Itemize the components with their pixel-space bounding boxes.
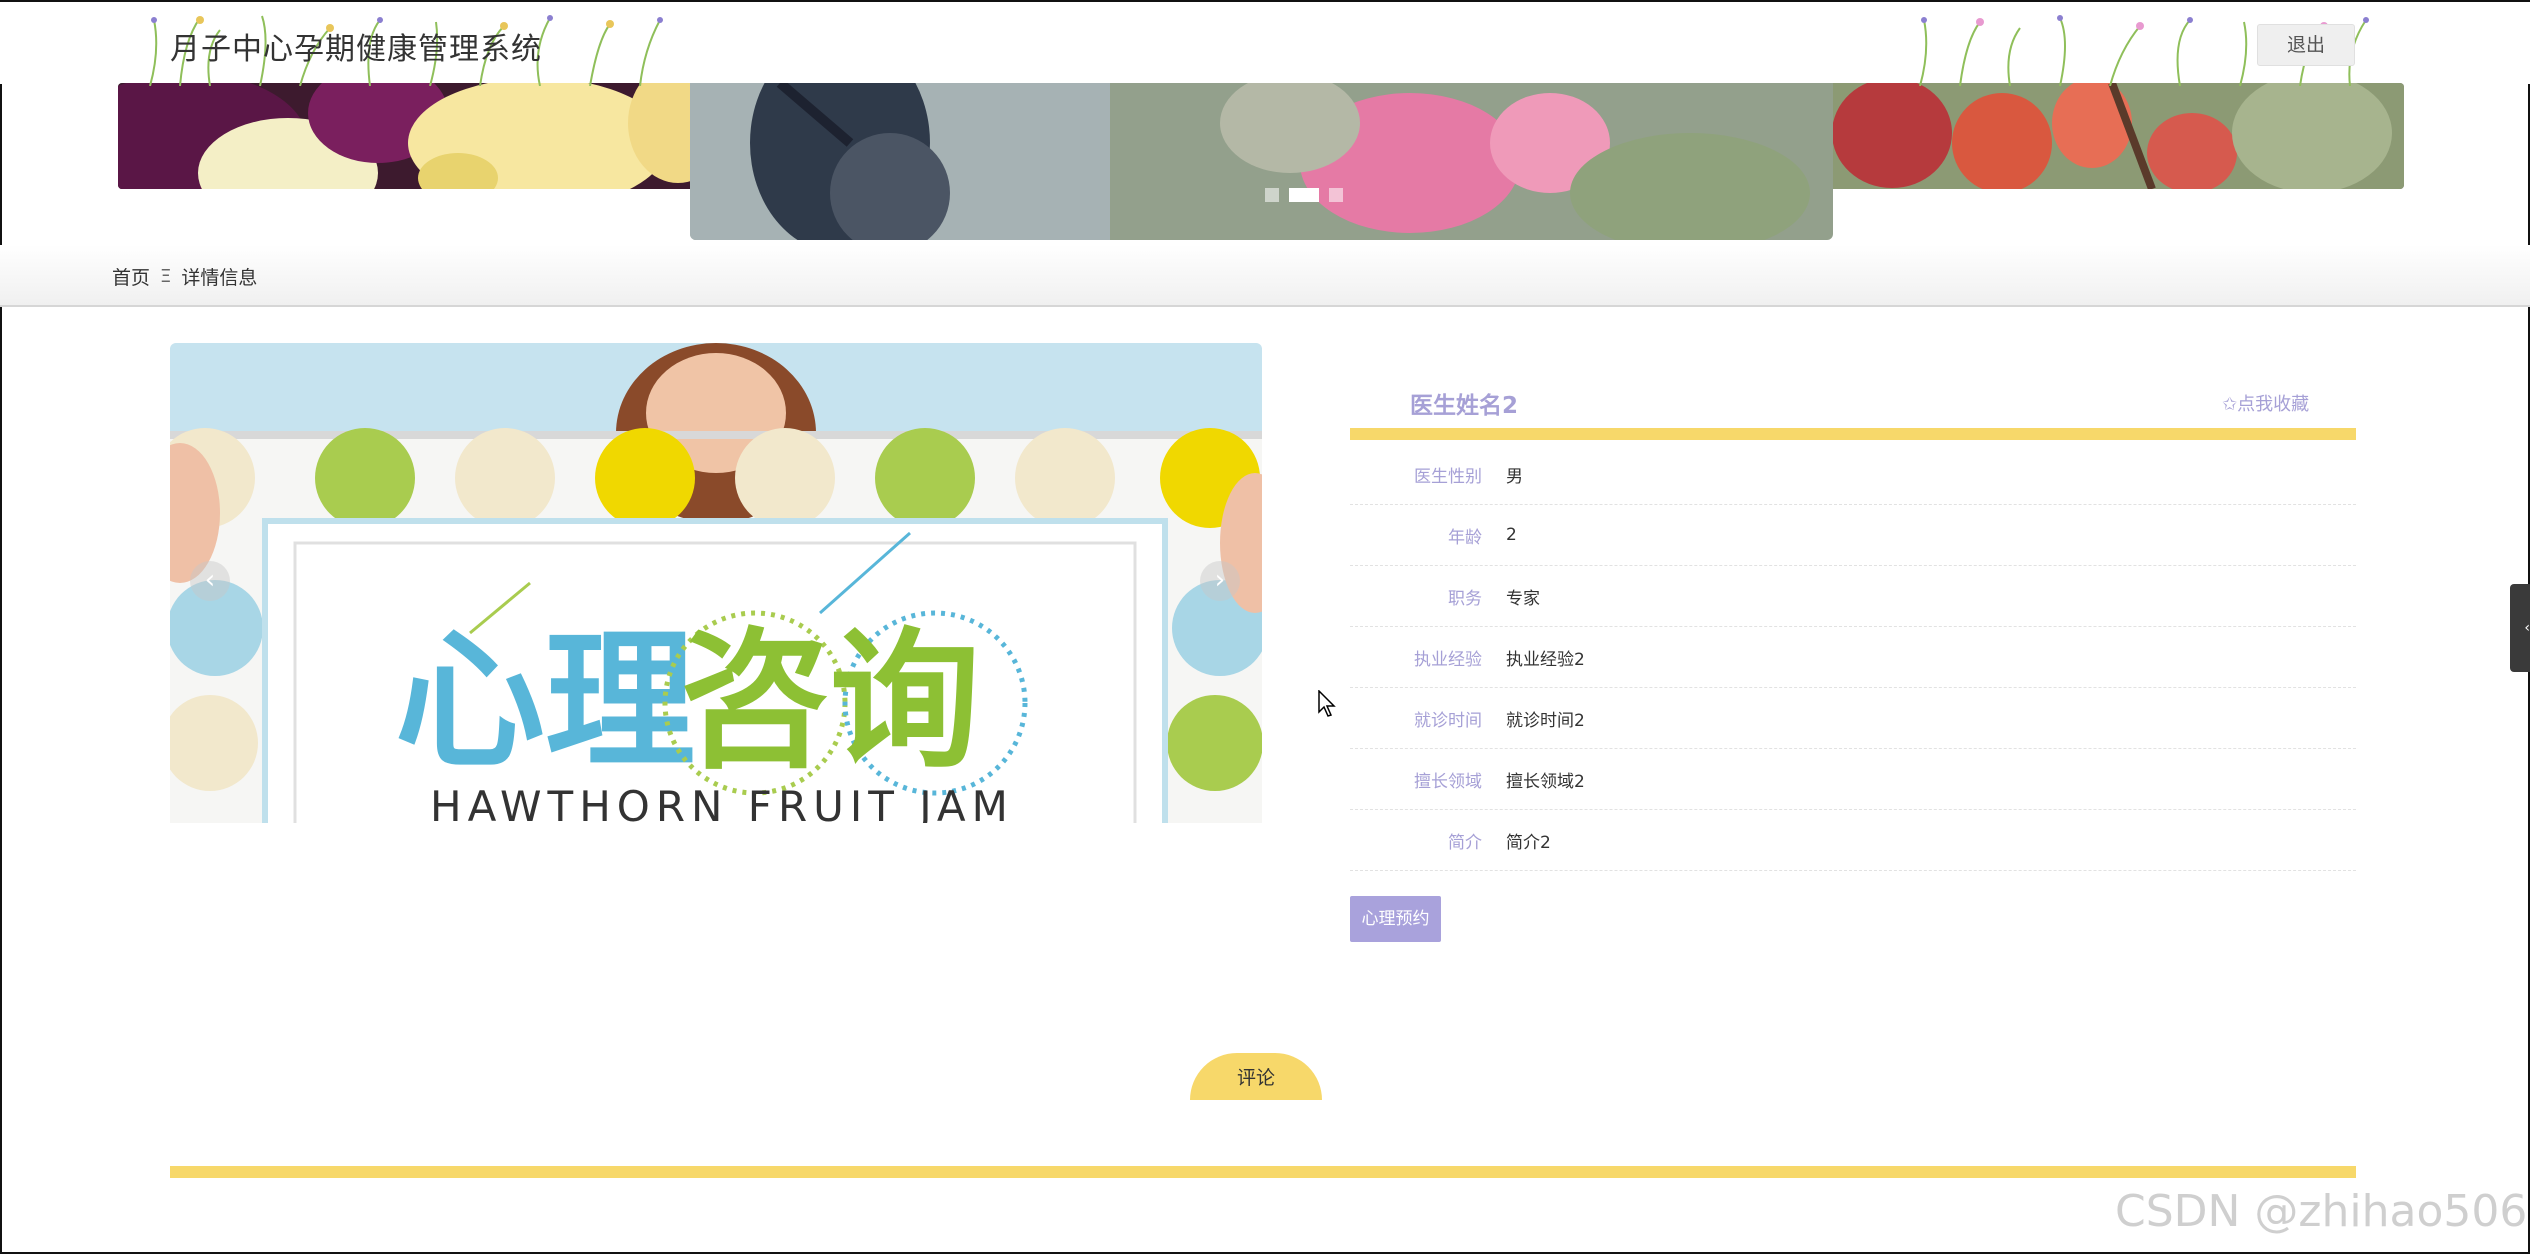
info-row-intro: 简介 简介2	[1350, 810, 2356, 871]
site-title: 月子中心孕期健康管理系统	[170, 32, 542, 67]
comment-divider	[170, 1166, 2356, 1178]
site-header: 月子中心孕期健康管理系统 退出	[0, 2, 2530, 86]
info-label: 职务	[1448, 588, 1482, 609]
favorite-button[interactable]: ✩点我收藏	[2222, 390, 2309, 416]
info-value: 简介2	[1506, 832, 1551, 853]
info-label: 执业经验	[1414, 649, 1482, 670]
info-row-visit-time: 就诊时间 就诊时间2	[1350, 688, 2356, 749]
info-value: 2	[1506, 525, 1517, 545]
mouse-cursor-icon	[1318, 690, 1336, 717]
svg-text:心理: 心理	[395, 615, 695, 789]
info-row-position: 职务 专家	[1350, 566, 2356, 627]
banner-pagination	[1265, 188, 1343, 202]
appointment-button[interactable]: 心理预约	[1350, 896, 1441, 942]
banner-slide-bird	[690, 83, 1833, 240]
info-value: 擅长领域2	[1506, 771, 1585, 792]
info-label: 就诊时间	[1414, 710, 1482, 731]
info-row-gender: 医生性别 男	[1350, 444, 2356, 505]
breadcrumb-current: 详情信息	[181, 267, 258, 289]
banner-dot-3[interactable]	[1329, 188, 1343, 202]
carousel-next-button[interactable]: ›	[1200, 561, 1240, 601]
carousel-prev-button[interactable]: ‹	[190, 561, 230, 601]
info-label: 擅长领域	[1414, 771, 1482, 792]
svg-text:咨询: 咨询	[680, 615, 980, 789]
info-label: 年龄	[1448, 527, 1482, 548]
breadcrumb-separator: Ξ	[160, 266, 172, 287]
info-row-specialty: 擅长领域 擅长领域2	[1350, 749, 2356, 810]
breadcrumb-bar: 首页 Ξ 详情信息	[0, 245, 2530, 307]
info-value: 就诊时间2	[1506, 710, 1585, 731]
banner-slide-pansies	[118, 83, 692, 189]
breadcrumb: 首页 Ξ 详情信息	[112, 263, 257, 290]
watermark: CSDN @zhihao506	[2115, 1186, 2528, 1237]
banner-dot-1[interactable]	[1265, 188, 1279, 202]
consultation-poster-image: 心理 咨询 HAWTHORN FRUIT JAM	[170, 343, 1262, 823]
banner-slide-blossoms	[1832, 83, 2404, 189]
doctor-info-list: 医生性别 男 年龄 2 职务 专家 执业经验 执业经验2 就诊时间 就诊时间2 …	[1350, 444, 2356, 871]
title-divider	[1350, 428, 2356, 440]
info-label: 医生性别	[1414, 466, 1482, 487]
breadcrumb-home[interactable]: 首页	[112, 263, 150, 290]
doctor-image-carousel[interactable]: 心理 咨询 HAWTHORN FRUIT JAM ‹ ›	[170, 343, 1262, 823]
banner-dot-2[interactable]	[1289, 188, 1319, 202]
svg-text:HAWTHORN FRUIT JAM: HAWTHORN FRUIT JAM	[430, 782, 1014, 823]
logout-button[interactable]: 退出	[2257, 24, 2355, 66]
doctor-name: 医生姓名2	[1410, 393, 1519, 419]
info-value: 男	[1506, 466, 1523, 487]
info-row-experience: 执业经验 执业经验2	[1350, 627, 2356, 688]
info-label: 简介	[1448, 832, 1482, 853]
info-value: 执业经验2	[1506, 649, 1585, 670]
info-row-age: 年龄 2	[1350, 505, 2356, 566]
side-panel-toggle[interactable]: ‹	[2510, 584, 2530, 672]
info-value: 专家	[1506, 588, 1540, 609]
